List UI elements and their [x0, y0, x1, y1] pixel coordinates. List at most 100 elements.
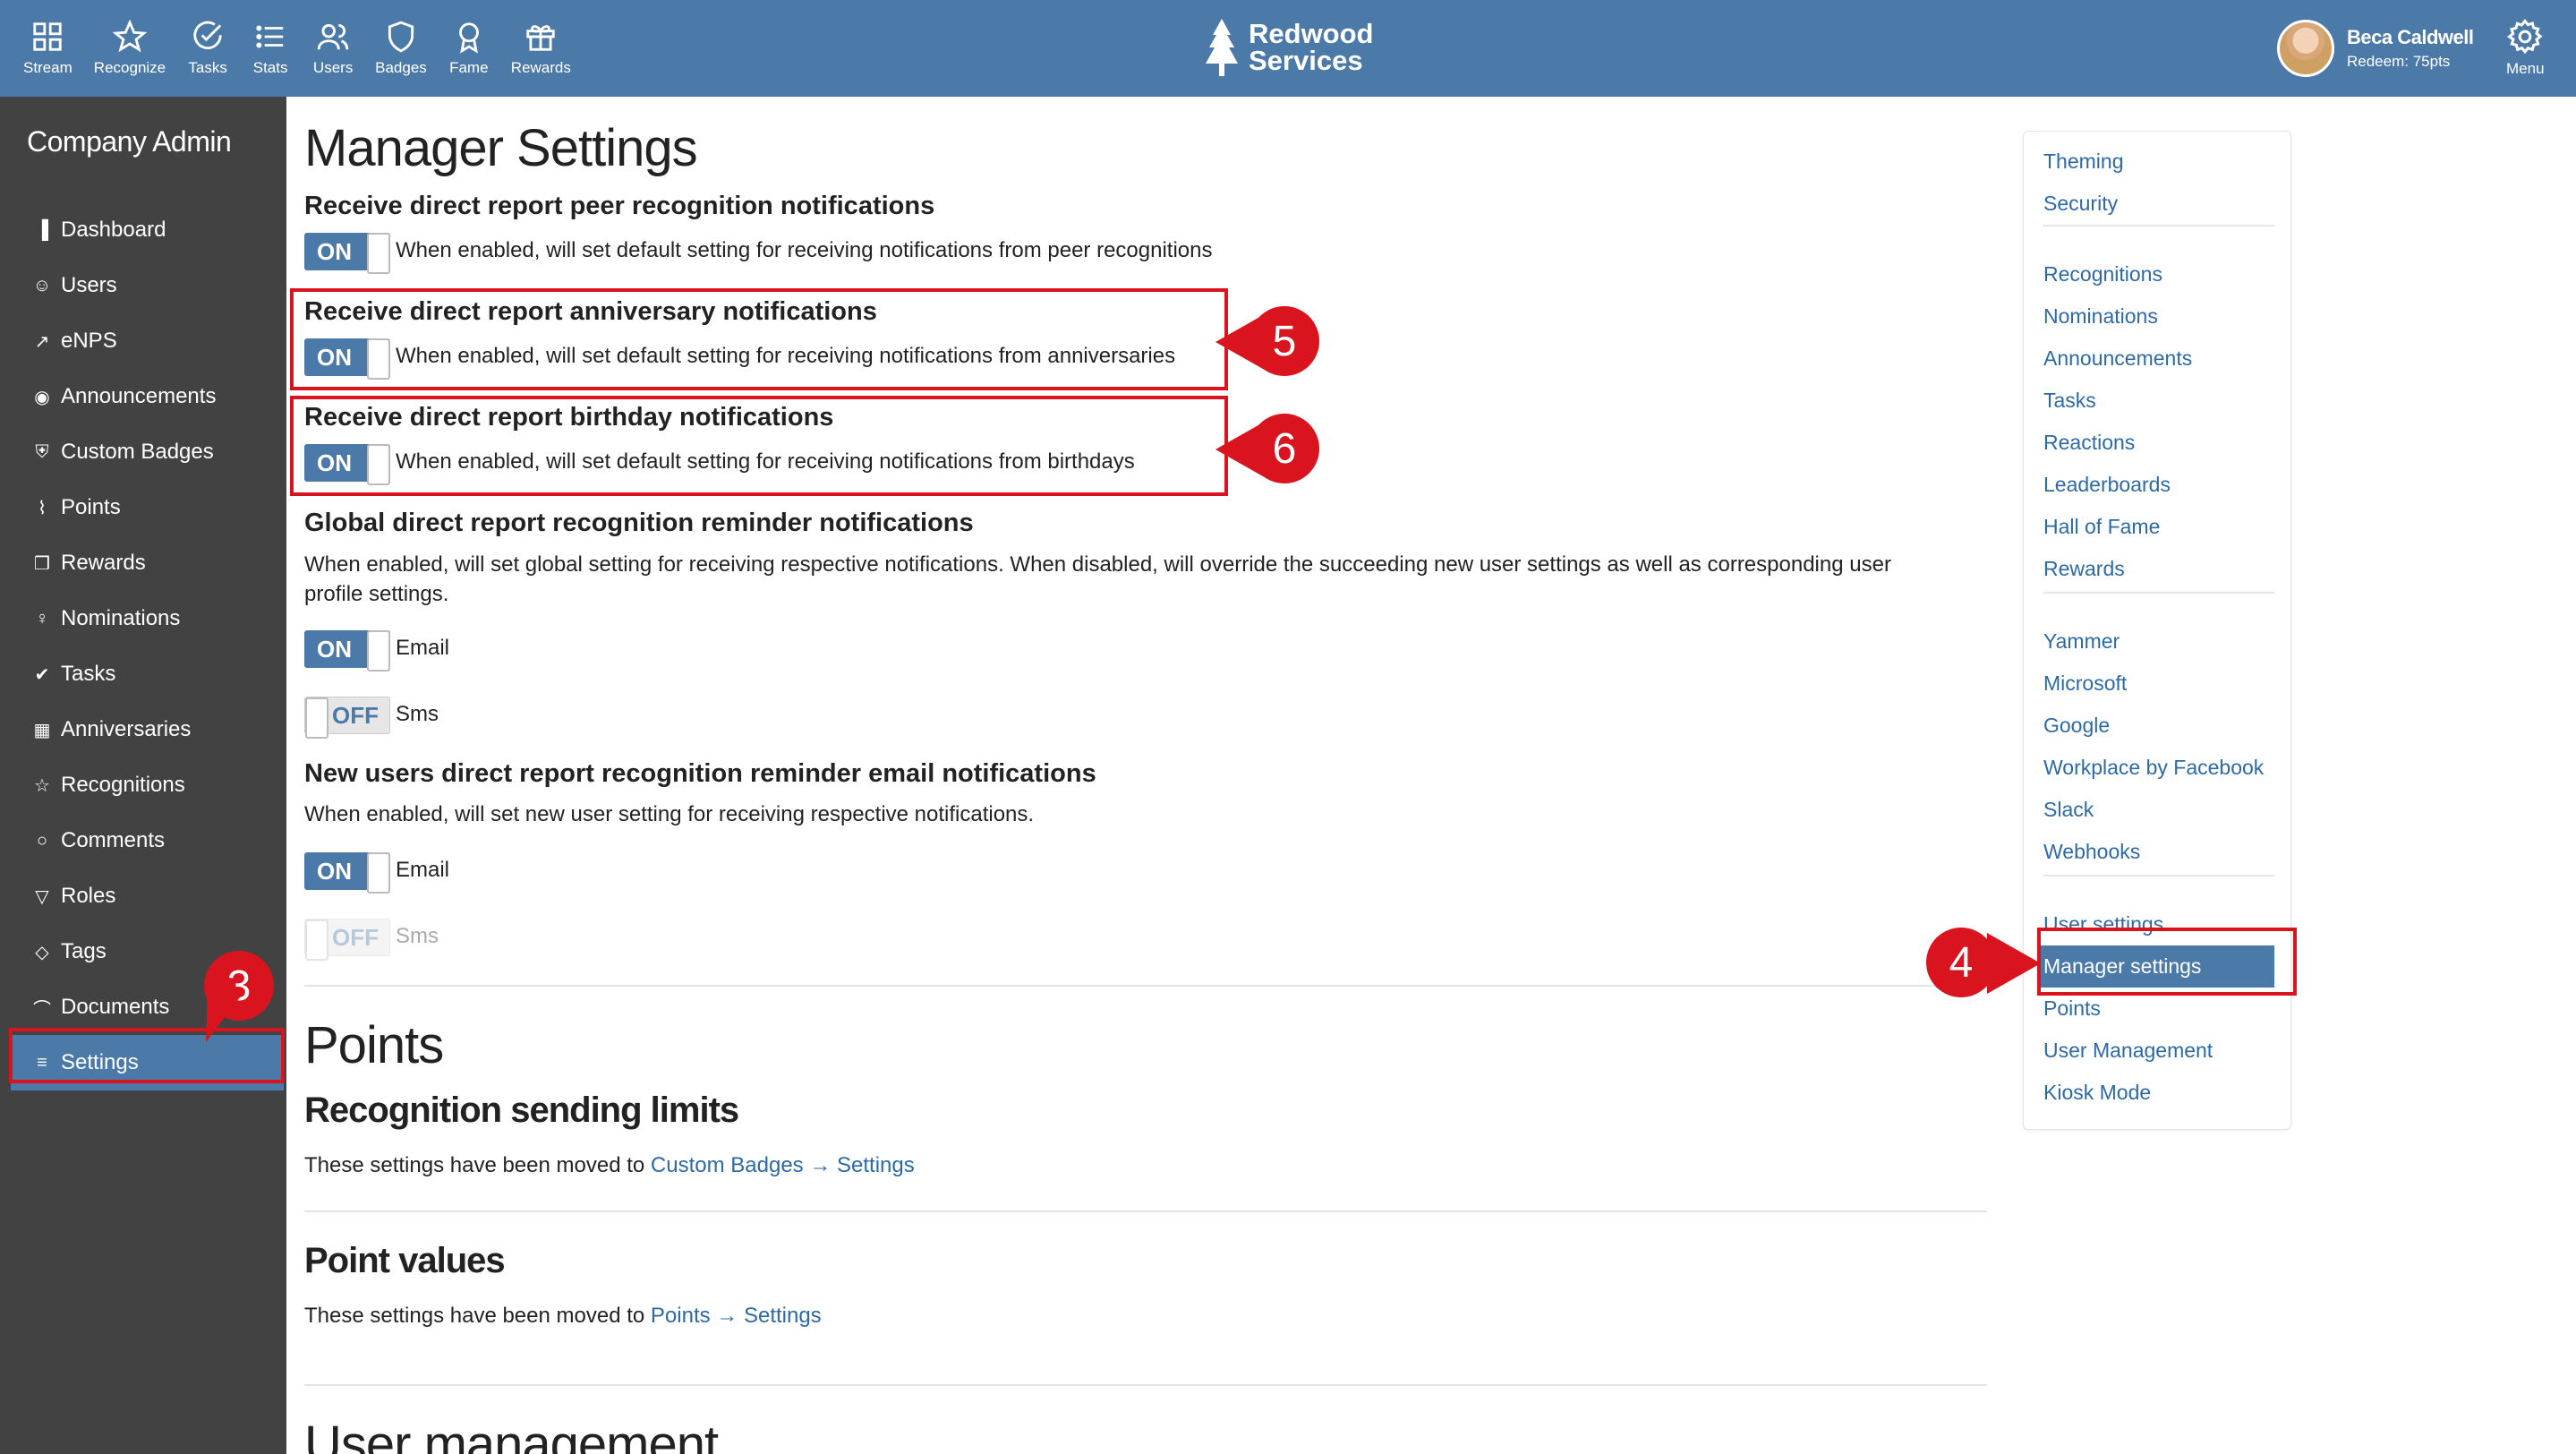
nav-fame[interactable]: Fame [438, 0, 500, 97]
subnav-group-appearance: Theming Security [2043, 141, 2274, 225]
annotation-highlight-birthday [290, 396, 1228, 496]
top-navigation-bar: Stream Recognize Tasks Stats Users Badge… [0, 0, 2576, 97]
subnav-item-nominations[interactable]: Nominations [2043, 295, 2274, 338]
subnav-item-hall-of-fame[interactable]: Hall of Fame [2043, 506, 2274, 548]
award-icon: ♀ [35, 608, 49, 629]
nav-badges[interactable]: Badges [364, 0, 438, 97]
global-sms-toggle[interactable]: OFF [304, 697, 390, 739]
subnav-item-slack[interactable]: Slack [2043, 789, 2274, 831]
sending-limits-heading: Recognition sending limits [304, 1090, 739, 1130]
gift-icon [526, 25, 556, 51]
new-users-sms-label: Sms [396, 924, 439, 948]
paperclip-icon: ⌒ [33, 999, 51, 1020]
subnav-group-features: Recognitions Nominations Announcements Task… [2043, 253, 2274, 590]
nav-fame-label: Fame [449, 59, 489, 76]
user-info: Beca Caldwell Redeem: 75pts [2347, 26, 2474, 71]
user-management-heading: User management [304, 1416, 719, 1454]
nav-stats[interactable]: Stats [239, 0, 302, 97]
global-reminder-title: Global direct report recognition reminde… [304, 509, 974, 537]
nav-stats-label: Stats [252, 59, 288, 76]
subnav-item-workplace-by-facebook[interactable]: Workplace by Facebook [2043, 747, 2274, 789]
divider [304, 1384, 1987, 1386]
subnav-item-google[interactable]: Google [2043, 705, 2274, 747]
subnav-item-tasks[interactable]: Tasks [2043, 380, 2274, 422]
nav-recognize[interactable]: Recognize [83, 0, 176, 97]
sidebar-item-rewards[interactable]: ❒ Rewards [0, 535, 286, 591]
subnav-item-theming[interactable]: Theming [2043, 141, 2274, 183]
calendar-icon: ▦ [33, 720, 51, 740]
subnav-item-announcements[interactable]: Announcements [2043, 338, 2274, 380]
nav-rewards[interactable]: Rewards [500, 0, 582, 97]
sidebar-item-label: Recognitions [61, 773, 185, 797]
bar-chart-icon: ▐ [35, 219, 49, 240]
brand-logo[interactable]: Redwood Services [1204, 16, 1374, 79]
subnav-item-recognitions[interactable]: Recognitions [2043, 253, 2274, 295]
sidebar-item-tasks[interactable]: ✔ Tasks [0, 646, 286, 702]
check-circle-icon: ✔ [34, 664, 50, 685]
nav-users[interactable]: Users [302, 0, 364, 97]
point-values-heading: Point values [304, 1241, 506, 1280]
nav-tasks[interactable]: Tasks [176, 0, 239, 97]
sidebar-item-label: Tasks [61, 662, 116, 686]
gear-icon [2507, 19, 2543, 55]
sidebar-item-label: Points [61, 495, 121, 519]
page-title: Manager Settings [304, 119, 698, 177]
peer-recognition-desc: When enabled, will set default setting f… [396, 238, 1213, 262]
shield-icon [388, 21, 414, 53]
sidebar-item-roles[interactable]: ▽ Roles [0, 868, 286, 924]
subnav-item-microsoft[interactable]: Microsoft [2043, 663, 2274, 705]
sidebar-item-points[interactable]: ⌇ Points [0, 480, 286, 535]
sidebar-title: Company Admin [27, 125, 232, 158]
brand-line-2: Services [1249, 45, 1363, 76]
grid-icon [33, 22, 63, 51]
custom-badges-settings-link[interactable]: Custom Badges → Settings [651, 1153, 915, 1177]
subnav-item-leaderboards[interactable]: Leaderboards [2043, 464, 2274, 506]
subnav-divider [2043, 592, 2274, 594]
sidebar-item-label: Announcements [61, 384, 217, 408]
sidebar-item-label: Rewards [61, 551, 146, 575]
nav-stream-label: Stream [23, 59, 73, 76]
points-settings-link[interactable]: Points → Settings [651, 1304, 822, 1328]
subnav-item-kiosk-mode[interactable]: Kiosk Mode [2043, 1072, 2274, 1114]
sidebar-item-comments[interactable]: ○ Comments [0, 813, 286, 868]
subnav-item-webhooks[interactable]: Webhooks [2043, 831, 2274, 873]
star-icon [112, 20, 147, 53]
user-profile[interactable]: Beca Caldwell Redeem: 75pts [2277, 20, 2474, 77]
sidebar-item-anniversaries[interactable]: ▦ Anniversaries [0, 702, 286, 757]
new-users-email-toggle[interactable]: ON [304, 852, 390, 894]
nav-badges-label: Badges [375, 59, 427, 76]
annotation-highlight-anniversary [290, 288, 1228, 390]
global-reminder-desc: When enabled, will set global setting fo… [304, 552, 1891, 606]
nav-users-label: Users [312, 59, 354, 76]
global-email-toggle[interactable]: ON [304, 630, 390, 671]
sidebar-item-enps[interactable]: ↗ eNPS [0, 313, 286, 369]
divider [304, 1210, 1987, 1212]
sidebar-item-users[interactable]: ☺ Users [0, 258, 286, 313]
menu-label: Menu [2506, 60, 2545, 77]
nav-stream[interactable]: Stream [13, 0, 83, 97]
sidebar-item-label: Tags [61, 939, 107, 963]
sidebar-item-custom-badges[interactable]: ⛨ Custom Badges [0, 424, 286, 480]
sidebar-item-nominations[interactable]: ♀ Nominations [0, 591, 286, 646]
sidebar-item-announcements[interactable]: ◉ Announcements [0, 369, 286, 424]
menu-button[interactable]: Menu [2506, 0, 2545, 97]
subnav-item-security[interactable]: Security [2043, 183, 2274, 225]
subnav-item-reactions[interactable]: Reactions [2043, 422, 2274, 464]
point-values-prefix: These settings have been moved to [304, 1304, 645, 1328]
nav-recognize-label: Recognize [93, 59, 166, 76]
avatar[interactable] [2277, 20, 2334, 77]
subnav-item-yammer[interactable]: Yammer [2043, 620, 2274, 663]
admin-sidebar: Company Admin ▐ Dashboard ☺ Users ↗ eNPS ◉ Anno… [0, 97, 286, 1454]
peer-recognition-title: Receive direct report peer recognition n… [304, 192, 935, 220]
activity-icon: ⌇ [38, 498, 47, 518]
new-users-desc: When enabled, will set new user setting … [304, 802, 1035, 826]
subnav-item-user-management[interactable]: User Management [2043, 1030, 2274, 1072]
peer-recognition-toggle[interactable]: ON [304, 233, 390, 274]
sidebar-item-recognitions[interactable]: ☆ Recognitions [0, 757, 286, 813]
subnav-divider [2043, 225, 2274, 227]
top-nav-items: Stream Recognize Tasks Stats Users Badge… [13, 0, 582, 97]
sidebar-item-dashboard[interactable]: ▐ Dashboard [0, 202, 286, 258]
subnav-item-rewards[interactable]: Rewards [2043, 548, 2274, 590]
gift-icon: ❒ [34, 553, 50, 574]
sidebar-item-label: Nominations [61, 606, 181, 630]
